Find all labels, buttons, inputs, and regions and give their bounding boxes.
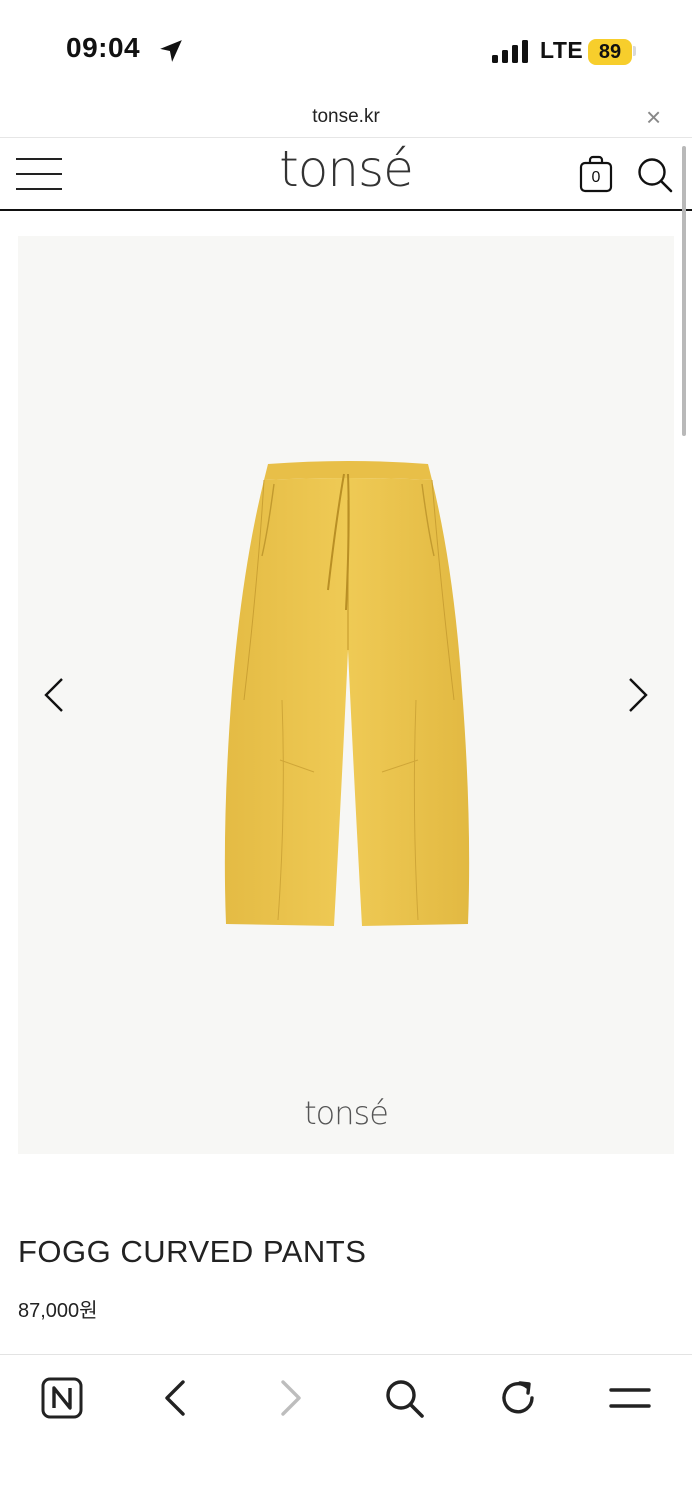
reload-icon[interactable] <box>494 1374 542 1422</box>
search-icon[interactable] <box>380 1374 428 1422</box>
close-icon[interactable]: × <box>646 104 661 130</box>
forward-icon[interactable] <box>266 1374 314 1422</box>
url-display[interactable]: tonse.kr <box>0 106 692 128</box>
battery-nub <box>633 46 636 56</box>
battery-indicator: 89 <box>588 39 632 65</box>
back-icon[interactable] <box>152 1374 200 1422</box>
header-divider <box>0 209 692 211</box>
toolbar-divider <box>0 1354 692 1355</box>
shopping-bag-icon[interactable]: 0 <box>579 155 613 193</box>
signal-bars-icon <box>492 40 528 63</box>
image-watermark-logo: tonsé <box>304 1094 389 1132</box>
network-type: LTE <box>540 37 584 63</box>
product-price: 87,000원 <box>18 1300 98 1322</box>
location-arrow-icon <box>160 40 182 62</box>
naver-n-icon[interactable] <box>38 1374 86 1422</box>
chevron-right-icon[interactable] <box>624 677 652 713</box>
product-image <box>224 461 470 926</box>
status-time: 09:04 <box>66 32 141 63</box>
site-logo[interactable]: tonsé <box>246 140 446 198</box>
cart-count: 0 <box>591 169 601 186</box>
search-icon[interactable] <box>636 156 674 194</box>
more-menu-icon[interactable] <box>606 1374 654 1422</box>
scrollbar[interactable] <box>682 146 686 436</box>
product-name: FOGG CURVED PANTS <box>18 1234 367 1269</box>
chevron-left-icon[interactable] <box>40 677 68 713</box>
hamburger-menu-icon[interactable] <box>16 158 62 192</box>
divider <box>0 137 692 138</box>
